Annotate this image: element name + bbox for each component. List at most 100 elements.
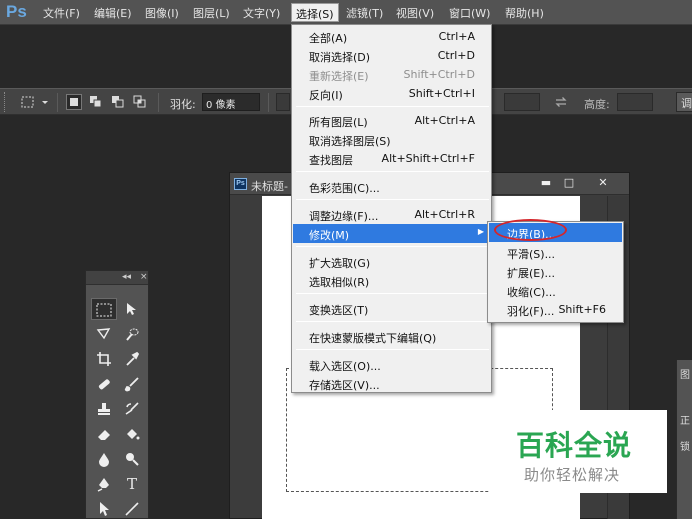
- rectangular-marquee-tool[interactable]: [91, 298, 117, 320]
- menu-filter[interactable]: 滤镜(T): [346, 5, 383, 21]
- brush-tool[interactable]: [119, 373, 145, 395]
- preset-dropdown-icon[interactable]: [40, 94, 50, 110]
- history-brush-icon: [125, 402, 139, 415]
- maximize-button[interactable]: □: [558, 175, 580, 192]
- menu-image[interactable]: 图像(I): [145, 5, 179, 21]
- clone-stamp-tool[interactable]: [91, 398, 117, 420]
- menu-item-find-layers[interactable]: 查找图层 Alt+Shift+Ctrl+F: [293, 149, 490, 168]
- menu-item-grow[interactable]: 扩大选取(G): [293, 252, 490, 271]
- blend-mode-label[interactable]: 正: [680, 412, 690, 427]
- submenu-item-expand[interactable]: 扩展(E)...: [489, 262, 622, 281]
- tools-panel: ◂◂ × T: [85, 270, 149, 519]
- annotation-circle: [494, 219, 567, 241]
- pen-tool[interactable]: [91, 473, 117, 495]
- submenu-item-smooth[interactable]: 平滑(S)...: [489, 243, 622, 262]
- lasso-tool[interactable]: [91, 323, 117, 345]
- menu-separator: [296, 106, 489, 107]
- menu-item-all-layers[interactable]: 所有图层(L) Alt+Ctrl+A: [293, 111, 490, 130]
- menu-edit[interactable]: 编辑(E): [94, 5, 132, 21]
- menu-separator: [296, 246, 489, 247]
- menu-item-similar[interactable]: 选取相似(R): [293, 271, 490, 290]
- subtract-selection-icon[interactable]: [110, 94, 126, 110]
- feather-label: 羽化:: [170, 98, 196, 111]
- healing-brush-tool[interactable]: [91, 373, 117, 395]
- menu-select[interactable]: 选择(S): [291, 3, 339, 22]
- tools-panel-header[interactable]: ◂◂ ×: [86, 271, 148, 285]
- watermark-subtitle: 助你轻松解决: [524, 466, 621, 484]
- watermark: 百科全说 助你轻松解决: [490, 410, 667, 493]
- pen-icon: [97, 478, 109, 492]
- menu-item-all[interactable]: 全部(A) Ctrl+A: [293, 27, 490, 46]
- ps-document-icon: Ps: [234, 178, 247, 190]
- menu-window[interactable]: 窗口(W): [449, 5, 490, 21]
- menu-separator: [296, 171, 489, 172]
- menu-help[interactable]: 帮助(H): [505, 5, 544, 21]
- paint-bucket-tool[interactable]: [119, 423, 145, 445]
- menu-item-color-range[interactable]: 色彩范围(C)...: [293, 177, 490, 196]
- menu-item-save-selection[interactable]: 存储选区(V)...: [293, 374, 490, 393]
- lasso-icon: [96, 328, 111, 340]
- submenu-item-contract[interactable]: 收缩(C)...: [489, 281, 622, 300]
- crop-tool[interactable]: [91, 348, 117, 370]
- close-icon[interactable]: ×: [140, 272, 148, 282]
- options-grip[interactable]: [4, 92, 8, 112]
- eraser-tool[interactable]: [91, 423, 117, 445]
- watermark-title: 百科全说: [516, 429, 633, 462]
- height-input[interactable]: [617, 93, 653, 111]
- select-menu-dropdown: 全部(A) Ctrl+A 取消选择(D) Ctrl+D 重新选择(E) Shift+C…: [291, 24, 492, 393]
- menu-item-modify[interactable]: 修改(M) ▶: [293, 224, 490, 243]
- options-separator: [57, 93, 58, 112]
- quick-selection-tool[interactable]: [119, 323, 145, 345]
- layers-panel-edge: 图 正 锁: [676, 360, 692, 519]
- feather-input[interactable]: 0 像素: [202, 93, 260, 111]
- menu-type[interactable]: 文字(Y): [243, 5, 280, 21]
- blur-drop-icon: [99, 453, 109, 467]
- paint-bucket-icon: [127, 429, 140, 440]
- menu-file[interactable]: 文件(F): [43, 5, 80, 21]
- close-button[interactable]: ✕: [588, 175, 618, 192]
- menu-item-quick-mask[interactable]: 在快速蒙版模式下编辑(Q): [293, 327, 490, 346]
- menu-view[interactable]: 视图(V): [396, 5, 434, 21]
- refine-edge-button[interactable]: 调: [676, 92, 692, 112]
- menu-item-deselect[interactable]: 取消选择(D) Ctrl+D: [293, 46, 490, 65]
- collapse-icon[interactable]: ◂◂: [122, 272, 131, 282]
- menu-separator: [296, 293, 489, 294]
- submenu-arrow-icon: ▶: [477, 227, 484, 236]
- menu-separator: [296, 199, 489, 200]
- menu-item-refine-edge[interactable]: 调整边缘(F)... Alt+Ctrl+R: [293, 205, 490, 224]
- dodge-tool[interactable]: [119, 448, 145, 470]
- width-input[interactable]: [504, 93, 540, 111]
- eyedropper-tool[interactable]: [119, 348, 145, 370]
- submenu-item-feather[interactable]: 羽化(F)... Shift+F6: [489, 300, 622, 319]
- quick-selection-icon: [126, 328, 139, 341]
- menu-item-transform-selection[interactable]: 变换选区(T): [293, 299, 490, 318]
- document-title: 未标题-: [251, 180, 288, 193]
- move-icon: [127, 303, 136, 315]
- menu-item-inverse[interactable]: 反向(I) Shift+Ctrl+I: [293, 84, 490, 103]
- line-tool[interactable]: [119, 498, 145, 519]
- blur-tool[interactable]: [91, 448, 117, 470]
- brush-icon: [124, 377, 139, 392]
- eyedropper-icon: [126, 351, 140, 366]
- menu-separator: [296, 349, 489, 350]
- dodge-icon: [126, 453, 139, 466]
- options-separator: [158, 93, 159, 112]
- history-brush-tool[interactable]: [119, 398, 145, 420]
- eraser-icon: [98, 430, 110, 440]
- new-selection-icon[interactable]: [66, 94, 82, 110]
- path-selection-tool[interactable]: [91, 498, 117, 519]
- menu-item-load-selection[interactable]: 载入选区(O)...: [293, 355, 490, 374]
- swap-dimensions-icon[interactable]: [553, 94, 569, 110]
- add-selection-icon[interactable]: [88, 94, 104, 110]
- move-tool[interactable]: [119, 298, 145, 320]
- menu-layer[interactable]: 图层(L): [193, 5, 230, 21]
- layers-panel-label: 图: [680, 370, 690, 381]
- type-tool[interactable]: T: [119, 473, 145, 495]
- lock-label: 锁: [680, 442, 690, 453]
- intersect-selection-icon[interactable]: [132, 94, 148, 110]
- anti-alias-checkbox[interactable]: [276, 93, 290, 111]
- menu-item-deselect-layers[interactable]: 取消选择图层(S): [293, 130, 490, 149]
- minimize-button[interactable]: ▬: [534, 175, 558, 192]
- menu-item-reselect: 重新选择(E) Shift+Ctrl+D: [309, 68, 475, 83]
- marquee-preset-icon[interactable]: [20, 94, 36, 110]
